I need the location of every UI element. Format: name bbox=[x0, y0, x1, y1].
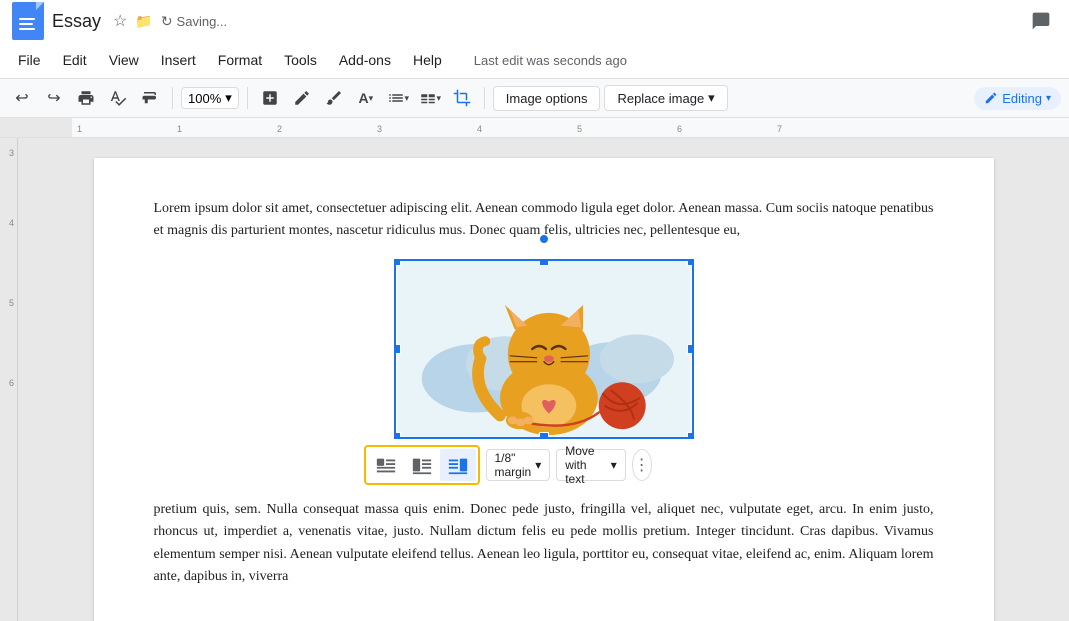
drive-icon[interactable]: 📁 bbox=[135, 13, 152, 30]
image-container: 1/8" margin ▾ Move with text ▾ ⋮ bbox=[154, 259, 934, 439]
margin-label: 1/8" margin bbox=[495, 451, 532, 479]
ruler-corner bbox=[0, 118, 72, 137]
editing-label: Editing bbox=[1002, 91, 1042, 106]
title-bar: Essay ☆ 📁 ↻ Saving... bbox=[0, 0, 1069, 42]
divider-3 bbox=[484, 87, 485, 109]
text-after: pretium quis, sem. Nulla consequat massa… bbox=[154, 499, 934, 589]
undo-button[interactable]: ↩ bbox=[8, 84, 36, 112]
handle-bl[interactable] bbox=[394, 432, 401, 439]
handle-tl[interactable] bbox=[394, 259, 401, 266]
toolbar: ↩ ↪ 100% ▾ A ▾ ▾ ▾ Image options Repl bbox=[0, 78, 1069, 118]
highlight-button[interactable] bbox=[320, 84, 348, 112]
ruler: 1 1 2 3 4 5 6 7 bbox=[0, 118, 1069, 138]
ruler-tick: 6 bbox=[677, 124, 682, 134]
handle-br[interactable] bbox=[687, 432, 694, 439]
menu-bar: File Edit View Insert Format Tools Add-o… bbox=[0, 42, 1069, 78]
move-with-text-label: Move with text bbox=[565, 444, 607, 486]
menu-format[interactable]: Format bbox=[208, 48, 272, 72]
handle-ml[interactable] bbox=[394, 344, 401, 354]
wrap-right-button[interactable] bbox=[440, 449, 476, 481]
menu-help[interactable]: Help bbox=[403, 48, 452, 72]
saving-icon: ↻ bbox=[161, 13, 173, 30]
pencil-button[interactable] bbox=[288, 84, 316, 112]
ruler-tick: 7 bbox=[777, 124, 782, 134]
doc-scroll: Lorem ipsum dolor sit amet, consectetuer… bbox=[18, 138, 1069, 621]
ruler-tick: 4 bbox=[477, 124, 482, 134]
more-options-button[interactable]: ⋮ bbox=[632, 449, 652, 481]
text-color-button[interactable]: A ▾ bbox=[352, 84, 380, 112]
doc-page[interactable]: Lorem ipsum dolor sit amet, consectetuer… bbox=[94, 158, 994, 621]
zoom-selector[interactable]: 100% ▾ bbox=[181, 87, 239, 109]
cat-image bbox=[396, 261, 692, 437]
menu-edit[interactable]: Edit bbox=[53, 48, 97, 72]
ruler-tick: 2 bbox=[277, 124, 282, 134]
doc-area: 3 4 5 6 Lorem ipsum dolor sit amet, cons… bbox=[0, 138, 1069, 621]
image-wrapper[interactable]: 1/8" margin ▾ Move with text ▾ ⋮ bbox=[394, 259, 694, 439]
spell-check-button[interactable] bbox=[104, 84, 132, 112]
divider-2 bbox=[247, 87, 248, 109]
star-icon[interactable]: ☆ bbox=[113, 11, 127, 31]
wrap-inline-button[interactable] bbox=[368, 449, 404, 481]
handle-mr[interactable] bbox=[687, 344, 694, 354]
wrap-options bbox=[364, 445, 480, 485]
move-with-text-button[interactable]: Move with text ▾ bbox=[556, 449, 626, 481]
handle-bm[interactable] bbox=[539, 432, 549, 439]
ruler-tick: 1 bbox=[77, 124, 82, 134]
editing-mode-button[interactable]: Editing ▾ bbox=[974, 87, 1061, 110]
ruler-main: 1 1 2 3 4 5 6 7 bbox=[72, 118, 1069, 137]
left-ruler-tick: 6 bbox=[9, 378, 14, 388]
add-button[interactable] bbox=[256, 84, 284, 112]
paint-format-button[interactable] bbox=[136, 84, 164, 112]
margin-arrow-icon: ▾ bbox=[535, 458, 541, 472]
image-options-button[interactable]: Image options bbox=[493, 86, 601, 111]
ruler-tick: 5 bbox=[577, 124, 582, 134]
paragraph-style-button[interactable]: ▾ bbox=[384, 84, 412, 112]
redo-button[interactable]: ↪ bbox=[40, 84, 68, 112]
left-ruler-tick: 3 bbox=[9, 148, 14, 158]
selected-image[interactable] bbox=[394, 259, 694, 439]
handle-top-center[interactable] bbox=[539, 234, 549, 244]
crop-button[interactable] bbox=[448, 84, 476, 112]
left-ruler-tick: 5 bbox=[9, 298, 14, 308]
last-edit-text: Last edit was seconds ago bbox=[474, 53, 627, 68]
zoom-arrow-icon: ▾ bbox=[225, 90, 232, 106]
handle-tr[interactable] bbox=[687, 259, 694, 266]
left-ruler: 3 4 5 6 bbox=[0, 138, 18, 621]
handle-tm[interactable] bbox=[539, 259, 549, 266]
saving-status: ↻ Saving... bbox=[161, 13, 227, 30]
replace-image-button[interactable]: Replace image ▾ bbox=[604, 85, 727, 111]
doc-title: Essay bbox=[52, 11, 101, 32]
margin-selector[interactable]: 1/8" margin ▾ bbox=[486, 449, 551, 481]
print-button[interactable] bbox=[72, 84, 100, 112]
column-button[interactable]: ▾ bbox=[416, 84, 444, 112]
divider-1 bbox=[172, 87, 173, 109]
menu-view[interactable]: View bbox=[99, 48, 149, 72]
move-text-arrow-icon: ▾ bbox=[611, 458, 617, 472]
editing-arrow-icon: ▾ bbox=[1046, 93, 1051, 104]
left-ruler-tick: 4 bbox=[9, 218, 14, 228]
menu-addons[interactable]: Add-ons bbox=[329, 48, 401, 72]
image-toolbar: 1/8" margin ▾ Move with text ▾ ⋮ bbox=[364, 445, 652, 485]
ruler-tick: 3 bbox=[377, 124, 382, 134]
ruler-tick: 1 bbox=[177, 124, 182, 134]
replace-arrow-icon: ▾ bbox=[708, 90, 715, 106]
comment-button[interactable] bbox=[1025, 5, 1057, 37]
menu-insert[interactable]: Insert bbox=[151, 48, 206, 72]
menu-tools[interactable]: Tools bbox=[274, 48, 327, 72]
doc-icon bbox=[12, 2, 44, 40]
wrap-left-button[interactable] bbox=[404, 449, 440, 481]
menu-file[interactable]: File bbox=[8, 48, 51, 72]
